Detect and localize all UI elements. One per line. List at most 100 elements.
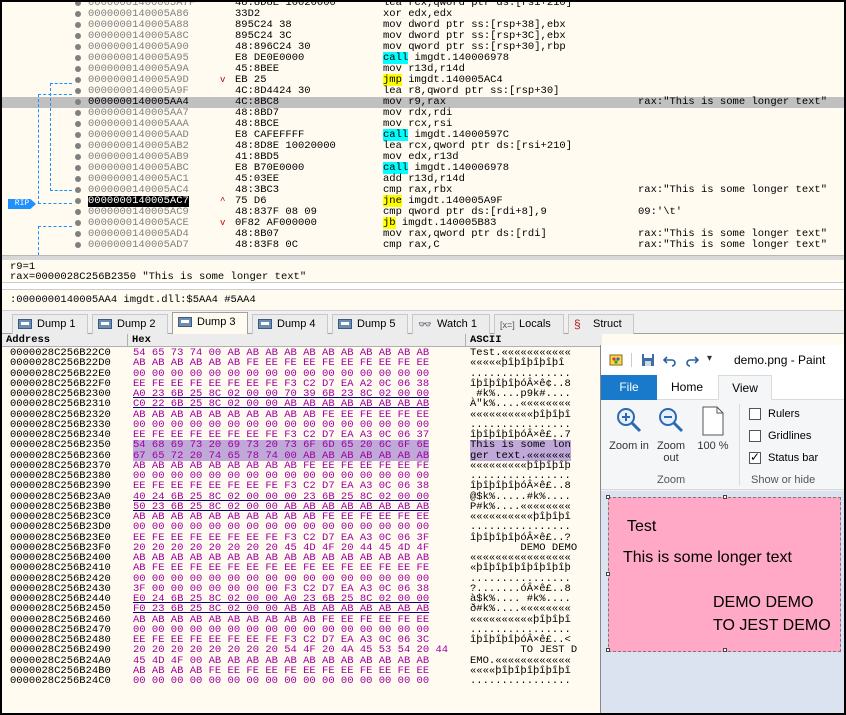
branch-direction-icon: v bbox=[220, 75, 226, 85]
breakpoint-dot[interactable] bbox=[75, 176, 81, 182]
disassembly-view[interactable]: 00000001400005A7F 48:8D8E 10020000 lea rcx… bbox=[2, 2, 844, 260]
breakpoint-dot[interactable] bbox=[75, 220, 81, 226]
breakpoint-dot[interactable] bbox=[75, 33, 81, 39]
dump-hex-bytes[interactable]: C0 22 6B 25 8C 02 00 00 AB AB AB AB AB A… bbox=[133, 399, 429, 410]
tab-dump-3[interactable]: Dump 3 bbox=[172, 312, 248, 335]
dump-hex-bytes[interactable]: EE FE EE FE EE FE EE FE F3 C2 D7 EA A3 0… bbox=[133, 481, 429, 492]
undo-icon[interactable] bbox=[662, 353, 677, 367]
dump-row[interactable]: 0000028C256B23D0 00 00 00 00 00 00 00 00 … bbox=[2, 522, 602, 533]
resize-handle[interactable] bbox=[723, 495, 727, 499]
tab-dump-2[interactable]: Dump 2 bbox=[92, 314, 168, 334]
dump-hex-bytes[interactable]: AB FE EE FE EE FE EE FE EE FE EE FE EE F… bbox=[133, 563, 429, 574]
image-text-to-jest-demo: TO JEST DEMO bbox=[713, 617, 831, 634]
dump-row[interactable]: 0000028C256B22D0 AB AB AB AB AB AB FE EE … bbox=[2, 358, 602, 369]
breakpoint-dot[interactable] bbox=[75, 66, 81, 72]
dump-hex-bytes[interactable]: F0 23 6B 25 8C 02 00 00 AB AB AB AB AB A… bbox=[133, 604, 429, 615]
redo-icon[interactable] bbox=[685, 353, 700, 367]
dump-ascii[interactable]: This is some lon bbox=[470, 440, 571, 451]
breakpoint-dot[interactable] bbox=[75, 2, 81, 6]
memory-dump-view[interactable]: Address Hex ASCII 0000028C256B22C0 54 65 … bbox=[2, 334, 602, 713]
show-hide-group-label: Show or hide bbox=[751, 474, 816, 486]
dump-address: 0000028C256B2390 bbox=[10, 480, 111, 493]
breakpoint-dot[interactable] bbox=[75, 11, 81, 17]
status-bar-checkbox[interactable] bbox=[749, 450, 761, 464]
dump-row[interactable]: 0000028C256B2490 20 20 20 20 20 20 20 20 … bbox=[2, 644, 602, 657]
dump-hex-bytes[interactable]: AB AB AB AB AB AB FE EE FE EE FE EE FE E… bbox=[133, 358, 429, 369]
paint-window[interactable]: ▾ demo.png - Paint File Home View Zoom i… bbox=[600, 345, 844, 713]
dump-ascii[interactable]: «þîþîþîþîþîþîþîþ bbox=[470, 563, 571, 574]
resize-handle[interactable] bbox=[606, 495, 610, 499]
tab-dump-4[interactable]: Dump 4 bbox=[252, 314, 328, 334]
dump-ascii[interactable]: TO JEST D bbox=[470, 645, 577, 656]
tab-locals[interactable]: [x=] Locals bbox=[494, 314, 564, 334]
save-icon[interactable] bbox=[641, 353, 655, 367]
dump-icon bbox=[178, 317, 192, 327]
zoom-100-button[interactable]: 100 % bbox=[695, 404, 731, 466]
branch-direction-icon: ^ bbox=[220, 196, 226, 206]
rulers-label: Rulers bbox=[768, 408, 800, 420]
dump-ascii[interactable]: ................ bbox=[470, 522, 571, 533]
resize-handle[interactable] bbox=[723, 648, 727, 652]
dump-ascii[interactable]: îþîþîþîþóÂ×ê£..8 bbox=[470, 481, 571, 492]
zoom-in-button[interactable]: Zoom in bbox=[609, 404, 649, 466]
column-header-hex[interactable]: Hex bbox=[128, 334, 466, 347]
zoom-out-icon bbox=[657, 406, 685, 437]
customize-quick-access-icon[interactable]: ▾ bbox=[707, 353, 721, 367]
column-header-address[interactable]: Address bbox=[2, 334, 128, 347]
tab-file[interactable]: File bbox=[601, 375, 657, 400]
breakpoint-dot[interactable] bbox=[75, 132, 81, 138]
breakpoint-dot[interactable] bbox=[75, 187, 81, 193]
breakpoint-dot[interactable] bbox=[75, 231, 81, 237]
dump-row[interactable]: 0000028C256B2410 AB FE EE FE EE FE EE FE … bbox=[2, 562, 602, 575]
breakpoint-dot[interactable] bbox=[75, 198, 81, 204]
column-header-ascii[interactable]: ASCII bbox=[466, 334, 602, 347]
dump-row[interactable]: 0000028C256B2350 54 68 69 73 20 69 73 20 … bbox=[2, 440, 602, 451]
dump-hex-bytes[interactable]: 00 00 00 00 00 00 00 00 00 00 00 00 00 0… bbox=[133, 676, 429, 687]
resize-handle[interactable] bbox=[606, 648, 610, 652]
zoom-out-button[interactable]: Zoom out bbox=[651, 404, 691, 466]
image-canvas[interactable]: Test This is some longer text DEMO DEMO … bbox=[606, 495, 841, 652]
breakpoint-dot[interactable] bbox=[75, 165, 81, 171]
breakpoint-dot[interactable] bbox=[75, 44, 81, 50]
breakpoint-dot[interactable] bbox=[75, 121, 81, 127]
breakpoint-dot[interactable] bbox=[75, 110, 81, 116]
rulers-checkbox[interactable] bbox=[749, 408, 761, 420]
disasm-row[interactable]: 0000000140005AD7 48:83F8 0C cmp rax,C rax:"… bbox=[2, 240, 844, 251]
tab-struct[interactable]: § Struct bbox=[568, 314, 634, 334]
breakpoint-dot[interactable] bbox=[75, 22, 81, 28]
dump-hex-bytes[interactable]: 00 00 00 00 00 00 00 00 00 00 00 00 00 0… bbox=[133, 522, 429, 533]
zoom-out-label: Zoom out bbox=[656, 440, 686, 464]
info-divider bbox=[2, 282, 844, 290]
tab-dump-5[interactable]: Dump 5 bbox=[332, 314, 408, 334]
dump-ascii[interactable]: ð#k%....«««««««« bbox=[470, 604, 571, 615]
breakpoint-dot[interactable] bbox=[75, 154, 81, 160]
breakpoint-dot[interactable] bbox=[75, 88, 81, 94]
instruction-comment: rax:"This is some longer text" bbox=[638, 184, 828, 196]
dump-row[interactable]: 0000028C256B24C0 00 00 00 00 00 00 00 00 … bbox=[2, 675, 602, 687]
tab-dump-1[interactable]: Dump 1 bbox=[12, 314, 88, 334]
paint-window-title: demo.png - Paint bbox=[734, 353, 826, 367]
canvas-area[interactable]: Test This is some longer text DEMO DEMO … bbox=[601, 491, 844, 713]
breakpoint-dot[interactable] bbox=[75, 55, 81, 61]
breakpoint-dot[interactable] bbox=[75, 143, 81, 149]
gridlines-checkbox[interactable] bbox=[749, 430, 761, 442]
dump-row[interactable]: 0000028C256B2450 F0 23 6B 25 8C 02 00 00 … bbox=[2, 604, 602, 615]
tab-watch-1[interactable]: 👓 Watch 1 bbox=[412, 314, 490, 334]
dump-address: 0000028C256B2490 bbox=[10, 644, 111, 657]
resize-handle[interactable] bbox=[606, 572, 610, 576]
breakpoint-dot[interactable] bbox=[75, 242, 81, 248]
dump-row[interactable]: 0000028C256B2390 EE FE EE FE EE FE EE FE … bbox=[2, 480, 602, 493]
dump-row[interactable]: 0000028C256B2310 C0 22 6B 25 8C 02 00 00 … bbox=[2, 399, 602, 410]
dump-ascii[interactable]: À"k%....«««««««« bbox=[470, 399, 571, 410]
dump-address: 0000028C256B24C0 bbox=[10, 675, 111, 687]
dump-hex-bytes[interactable]: 20 20 20 20 20 20 20 20 54 4F 20 4A 45 5… bbox=[133, 645, 448, 656]
breakpoint-dot[interactable] bbox=[75, 99, 81, 105]
dump-ascii[interactable]: «««««þîþîþîþîþî bbox=[470, 358, 565, 369]
dump-hex-bytes[interactable]: 54 68 69 73 20 69 73 20 73 6F 6D 65 20 6… bbox=[133, 440, 430, 451]
tab-home[interactable]: Home bbox=[661, 375, 713, 400]
breakpoint-dot[interactable] bbox=[75, 77, 81, 83]
dump-ascii[interactable]: ................ bbox=[470, 676, 571, 687]
dump-address: 0000028C256B2410 bbox=[10, 562, 111, 575]
tab-view[interactable]: View bbox=[718, 375, 772, 401]
breakpoint-dot[interactable] bbox=[75, 209, 81, 215]
